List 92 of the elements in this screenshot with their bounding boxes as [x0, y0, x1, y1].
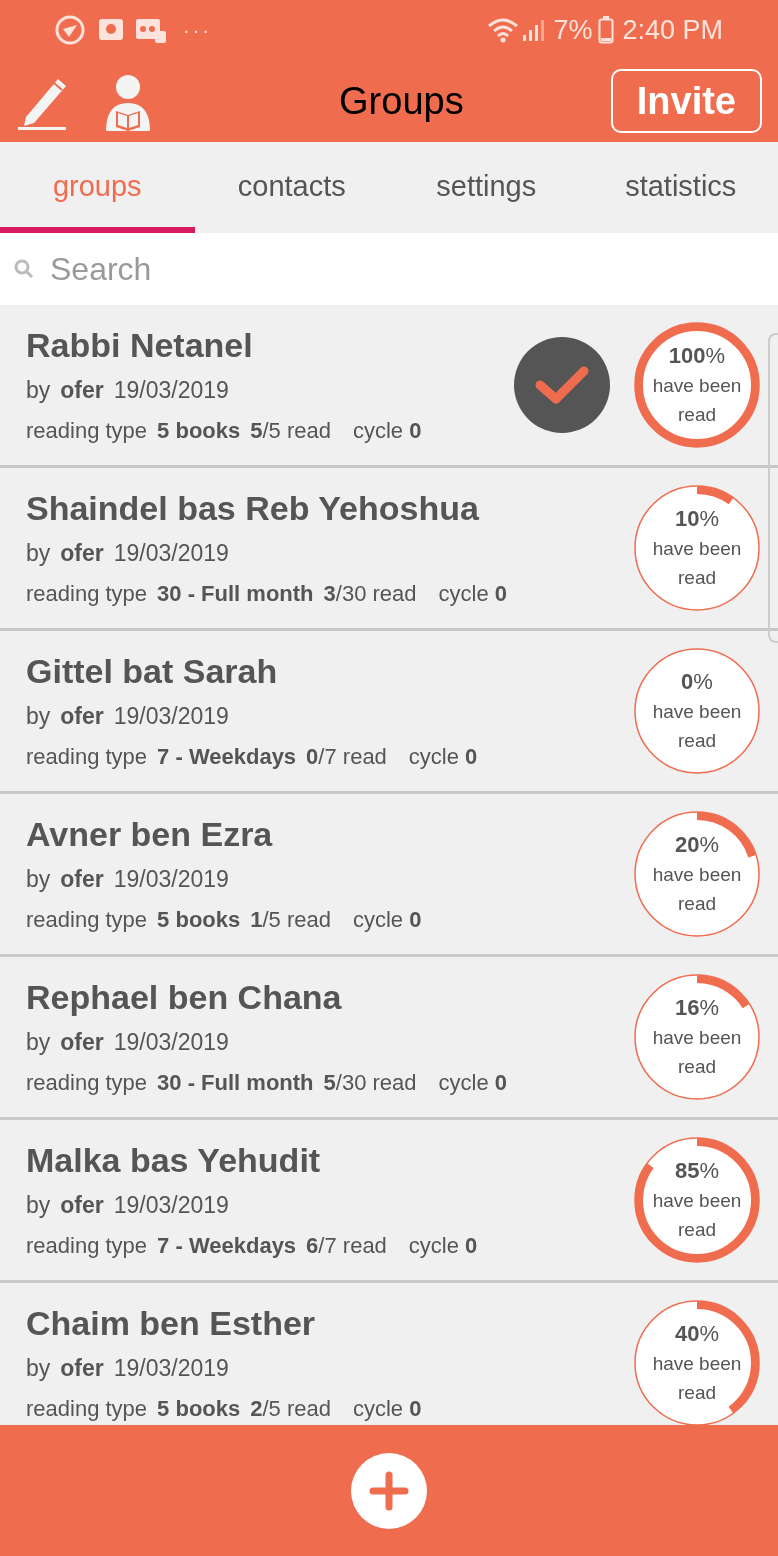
type-label: reading type [26, 416, 148, 445]
by-label: by [26, 702, 51, 732]
cycle-count: cycle 0 [353, 905, 422, 934]
progress-caption: have been read [651, 537, 743, 590]
plus-icon [369, 1470, 409, 1511]
cycle-count: cycle 0 [438, 579, 508, 608]
search-icon [12, 257, 36, 281]
cycle-count: cycle 0 [408, 742, 478, 771]
author-name: ofer [60, 539, 104, 569]
group-row[interactable]: Rephael ben Chana by ofer 19/03/2019 reading type 30 - Full month 5/30 read cycle 0 16% have been read [0, 957, 778, 1120]
type-label: reading type [26, 579, 148, 608]
author-name: ofer [60, 865, 104, 895]
author-name: ofer [60, 376, 104, 406]
search-field[interactable]: Search [0, 233, 778, 305]
progress-caption: have been read [651, 374, 743, 427]
group-date: 19/03/2019 [113, 1028, 229, 1058]
battery-percent: 7% [553, 13, 593, 47]
group-row[interactable]: Malka bas Yehudit by ofer 19/03/2019 reading type 7 - Weekdays 6/7 read cycle 0 85% have been read [0, 1120, 778, 1283]
wifi-icon [487, 17, 520, 43]
read-count: 0/7 read [306, 742, 387, 771]
reading-type: 5 books [157, 1394, 241, 1423]
search-input[interactable]: Search [50, 245, 766, 293]
reading-type: 5 books [157, 905, 241, 934]
signal-icon [521, 17, 546, 43]
percent-text: 0% [681, 668, 713, 696]
by-label: by [26, 1354, 51, 1384]
group-date: 19/03/2019 [113, 1191, 229, 1221]
group-name: Rephael ben Chana [26, 977, 343, 1019]
group-row[interactable]: Gittel bat Sarah by ofer 19/03/2019 reading type 7 - Weekdays 0/7 read cycle 0 0% have been read [0, 631, 778, 794]
by-label: by [26, 865, 51, 895]
percent-text: 100% [668, 342, 726, 370]
reading-type: 7 - Weekdays [157, 742, 297, 771]
cycle-count: cycle 0 [408, 1231, 478, 1260]
percent-text: 10% [674, 505, 719, 533]
group-date: 19/03/2019 [113, 865, 229, 895]
group-date: 19/03/2019 [113, 702, 229, 732]
type-label: reading type [26, 1394, 148, 1423]
author-name: ofer [60, 1354, 104, 1384]
percent-text: 85% [674, 1157, 719, 1185]
percent-text: 20% [674, 831, 719, 859]
progress-caption: have been read [651, 1352, 743, 1405]
app-icon [55, 15, 85, 45]
type-label: reading type [26, 1068, 148, 1097]
read-count: 3/30 read [323, 579, 417, 608]
group-date: 19/03/2019 [113, 376, 229, 406]
tab[interactable]: statistics [583, 142, 778, 233]
author-name: ofer [60, 702, 104, 732]
group-name: Malka bas Yehudit [26, 1140, 322, 1182]
group-name: Rabbi Netanel [26, 325, 254, 367]
progress-caption: have been read [651, 1189, 743, 1242]
reading-type: 30 - Full month [157, 1068, 314, 1097]
cycle-count: cycle 0 [353, 416, 422, 445]
group-row[interactable]: Rabbi Netanel by ofer 19/03/2019 reading type 5 books 5/5 read cycle 0 100% have been read [0, 305, 778, 468]
read-count: 1/5 read [250, 905, 331, 934]
tab[interactable]: contacts [194, 142, 389, 233]
percent-text: 40% [674, 1320, 719, 1348]
screen-title: Groups [339, 78, 464, 124]
group-name: Gittel bat Sarah [26, 651, 279, 693]
reading-type: 30 - Full month [157, 579, 314, 608]
by-label: by [26, 1191, 51, 1221]
progress-caption: have been read [651, 1026, 743, 1079]
cycle-count: cycle 0 [438, 1068, 508, 1097]
cycle-count: cycle 0 [353, 1394, 422, 1423]
progress-caption: have been read [651, 863, 743, 916]
group-row[interactable]: Avner ben Ezra by ofer 19/03/2019 reading type 5 books 1/5 read cycle 0 20% have been read [0, 794, 778, 957]
read-count: 2/5 read [250, 1394, 331, 1423]
type-label: reading type [26, 1231, 148, 1260]
group-name: Shaindel bas Reb Yehoshua [26, 488, 480, 530]
voicemail-icon [135, 16, 167, 44]
group-row[interactable]: Shaindel bas Reb Yehoshua by ofer 19/03/2019 reading type 30 - Full month 3/30 read cycle 0 10% have been read [0, 468, 778, 631]
type-label: reading type [26, 742, 148, 771]
read-count: 5/30 read [323, 1068, 417, 1097]
by-label: by [26, 1028, 51, 1058]
more-notifications: ··· [183, 18, 212, 43]
by-label: by [26, 539, 51, 569]
group-name: Chaim ben Esther [26, 1303, 317, 1345]
battery-icon [598, 16, 615, 44]
reading-type: 7 - Weekdays [157, 1231, 297, 1260]
progress-caption: have been read [651, 700, 743, 753]
author-name: ofer [60, 1191, 104, 1221]
group-name: Avner ben Ezra [26, 814, 274, 856]
group-date: 19/03/2019 [113, 1354, 229, 1384]
by-label: by [26, 376, 51, 406]
read-count: 6/7 read [306, 1231, 387, 1260]
author-name: ofer [60, 1028, 104, 1058]
tab[interactable]: settings [389, 142, 584, 233]
percent-text: 16% [674, 994, 719, 1022]
type-label: reading type [26, 905, 148, 934]
clock-time: 2:40 PM [622, 13, 723, 47]
read-count: 5/5 read [250, 416, 331, 445]
group-date: 19/03/2019 [113, 539, 229, 569]
reading-type: 5 books [157, 416, 241, 445]
